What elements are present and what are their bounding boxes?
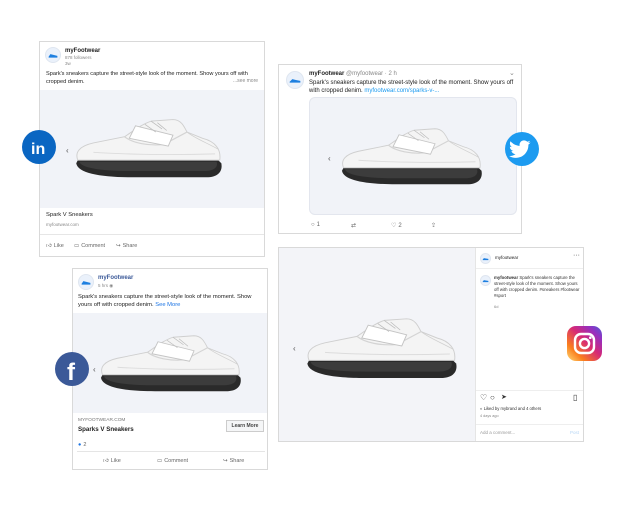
like-button[interactable]: 👍︎ Like <box>46 243 64 249</box>
brand-name[interactable]: myFootwear <box>309 71 344 77</box>
caption-time: 6d <box>494 304 499 309</box>
sneaker-image <box>301 314 461 386</box>
post-caption: Spark's sneakers capture the street-styl… <box>46 71 248 85</box>
globe-icon: ◉ <box>109 283 114 288</box>
like-button[interactable]: 👍︎ Like <box>103 458 121 464</box>
linkedin-logo-icon: in <box>22 130 56 164</box>
divider <box>475 248 476 441</box>
chevron-left-icon[interactable]: ‹ <box>328 154 331 163</box>
facebook-post-card: myFootwear 5 hrs ◉ Spark's sneakers capt… <box>72 268 268 470</box>
post-caption: myfootwear Spark's sneakers capture the … <box>494 275 580 298</box>
brand-logo-icon[interactable] <box>45 47 61 63</box>
post-time: 3w <box>65 61 71 66</box>
instagram-post-card: ‹ myfootwear ··· myfootwear Spark's snea… <box>278 247 584 442</box>
brand-logo-icon[interactable] <box>480 253 491 264</box>
product-image[interactable]: ‹ <box>279 248 475 441</box>
post-time: · 2 h <box>384 71 397 77</box>
divider <box>476 390 583 391</box>
more-icon[interactable]: ··· <box>573 252 580 259</box>
share-icon: ⇪ <box>431 223 437 229</box>
thumbs-up-icon: 👍︎ <box>46 243 52 249</box>
see-more-link[interactable]: See More <box>155 302 180 308</box>
svg-text:f: f <box>67 359 76 386</box>
retweet-button[interactable]: ⇄ <box>351 222 356 229</box>
followers-count: 878 followers <box>65 55 92 60</box>
send-icon[interactable]: ➤ <box>501 393 507 401</box>
brand-name[interactable]: myFootwear <box>98 275 133 281</box>
heart-icon[interactable]: ♡ <box>480 393 487 402</box>
twitter-logo-icon <box>505 132 539 166</box>
instagram-logo-icon <box>567 326 602 361</box>
tweet-caption: Spark's sneakers capture the street-styl… <box>309 80 514 94</box>
product-title[interactable]: Sparks V Sneakers <box>78 426 134 433</box>
reaction-count[interactable]: ● 2 <box>78 442 86 448</box>
comment-input[interactable]: Add a comment... <box>480 430 515 435</box>
twitter-post-card: myFootwear @myfootwear · 2 h ⌄ Spark's s… <box>278 64 522 234</box>
sneaker-image <box>70 114 226 186</box>
comment-icon[interactable]: ○ <box>490 393 495 402</box>
comment-button[interactable]: ▭ Comment <box>157 458 188 464</box>
bookmark-icon[interactable]: ▯ <box>573 393 577 402</box>
tweet-link[interactable]: myfootwear.com/sparks-v-... <box>364 88 439 94</box>
divider <box>77 451 265 452</box>
share-icon: ↪ <box>116 243 121 249</box>
comment-button[interactable]: ▭ Comment <box>74 243 105 249</box>
brand-logo-icon[interactable] <box>286 71 304 89</box>
product-image[interactable]: ‹ <box>40 90 264 208</box>
retweet-icon: ⇄ <box>351 223 357 229</box>
post-time: 4 days ago <box>480 414 499 418</box>
post-time: 5 hrs ◉ <box>98 283 114 288</box>
divider <box>476 268 583 269</box>
brand-logo-icon[interactable] <box>78 274 94 290</box>
liked-by: ◐ Liked by mybrand and 4 others <box>480 406 542 411</box>
chevron-down-icon[interactable]: ⌄ <box>509 69 515 77</box>
linkedin-post-card: myFootwear 878 followers 3w Spark's snea… <box>39 41 265 257</box>
product-image[interactable]: ‹ <box>73 313 267 413</box>
like-reaction-icon: ● <box>78 442 82 448</box>
reply-button[interactable]: ○ 1 <box>311 222 320 228</box>
post-comment-button[interactable]: Post <box>570 430 579 435</box>
learn-more-button[interactable]: Learn More <box>226 420 264 432</box>
reply-icon: ○ <box>311 222 315 228</box>
commenter-avatar[interactable] <box>480 275 491 286</box>
sneaker-image <box>336 124 486 192</box>
brand-name[interactable]: myfootwear <box>495 255 518 260</box>
comment-icon: ▭ <box>157 458 163 464</box>
handle[interactable]: @myfootwear <box>346 71 383 77</box>
heart-icon: ♡ <box>391 223 397 229</box>
comment-icon: ▭ <box>74 243 80 249</box>
chevron-left-icon[interactable]: ‹ <box>293 344 296 353</box>
like-button[interactable]: ♡ 2 <box>391 222 402 230</box>
sneaker-image <box>95 331 245 399</box>
thumbs-up-icon: 👍︎ <box>103 458 109 464</box>
product-image[interactable]: ‹ <box>309 97 517 215</box>
see-more-link[interactable]: ...see more <box>233 78 258 84</box>
share-button[interactable]: ⇪ <box>431 222 436 229</box>
share-button[interactable]: ↪ Share <box>223 458 244 464</box>
share-button[interactable]: ↪ Share <box>116 243 137 249</box>
facebook-logo-icon: f <box>55 352 89 386</box>
chevron-left-icon[interactable]: ‹ <box>66 146 69 155</box>
link-domain: MYFOOTWEAR.COM <box>78 418 126 423</box>
svg-text:in: in <box>31 141 45 158</box>
post-caption: Spark's sneakers capture the street-styl… <box>78 294 252 308</box>
brand-name[interactable]: myFootwear <box>65 48 100 54</box>
tweet-header: myFootwear @myfootwear · 2 h <box>309 71 397 77</box>
product-domain: myfootwear.com <box>46 222 79 227</box>
product-title[interactable]: Spark V Sneakers <box>46 212 93 218</box>
divider <box>476 424 583 425</box>
liker-avatar: ◐ <box>480 406 483 411</box>
chevron-left-icon[interactable]: ‹ <box>93 365 96 374</box>
divider <box>40 234 264 235</box>
share-icon: ↪ <box>223 458 228 464</box>
